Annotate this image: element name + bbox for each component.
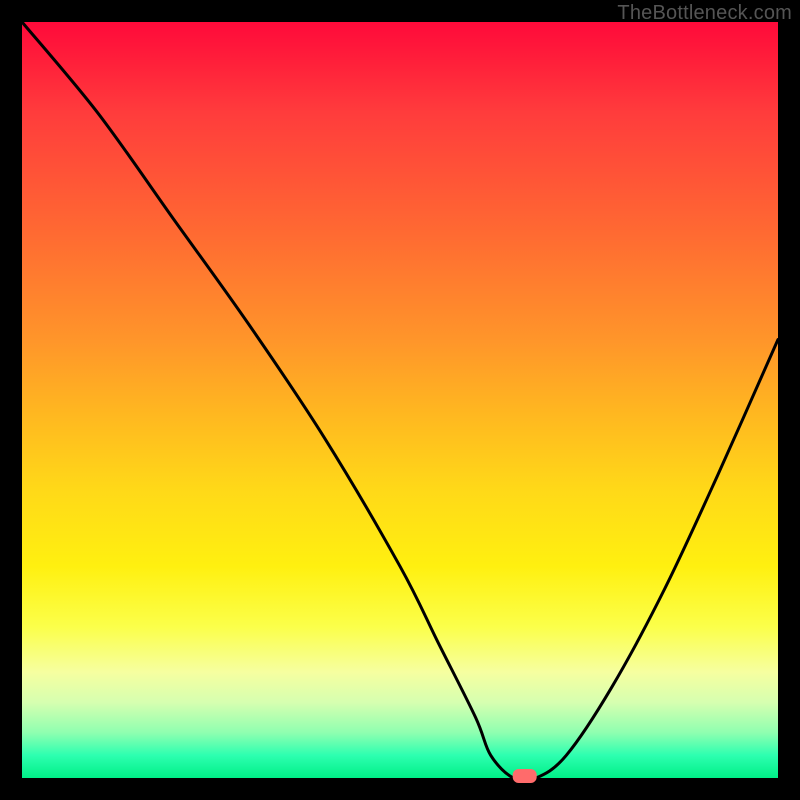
plot-area [22, 22, 778, 778]
chart-frame: TheBottleneck.com [0, 0, 800, 800]
bottleneck-curve [22, 22, 778, 781]
optimum-marker [513, 769, 537, 783]
curve-layer [22, 22, 778, 778]
